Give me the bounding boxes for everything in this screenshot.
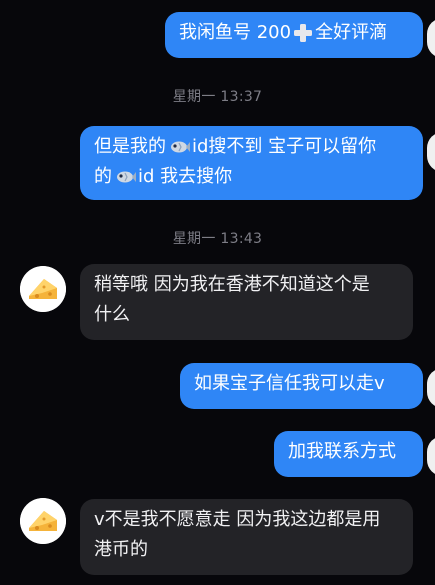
message-bubble-outgoing[interactable]: 加我联系方式 <box>274 431 423 477</box>
fish-emoji-icon <box>171 141 190 153</box>
message-text: v不是我不愿意走 因为我这边都是用 <box>94 509 381 530</box>
message-text: 我闲鱼号 200 <box>179 22 292 43</box>
contact-avatar[interactable] <box>20 266 66 312</box>
message-text: 全好评滴 <box>315 22 388 43</box>
message-bubble-outgoing[interactable]: 我闲鱼号 200 全好评滴 <box>165 12 423 58</box>
self-avatar[interactable] <box>427 132 435 172</box>
message-text: id 我去搜你 <box>138 166 233 187</box>
message-bubble-incoming[interactable]: v不是我不愿意走 因为我这边都是用 港币的 <box>80 499 413 575</box>
message-bubble-incoming[interactable]: 稍等哦 因为我在香港不知道这个是 什么 <box>80 264 413 340</box>
self-avatar[interactable] <box>427 18 435 58</box>
message-text: 加我联系方式 <box>288 441 396 462</box>
message-text: 港币的 <box>94 539 148 560</box>
timestamp: 星期一 13:43 <box>172 231 263 247</box>
contact-avatar[interactable] <box>20 498 66 544</box>
message-text: 的 <box>94 166 112 187</box>
cheese-avatar-icon <box>20 498 66 544</box>
fish-emoji-icon <box>117 171 136 183</box>
message-text: 但是我的 <box>94 136 166 157</box>
heavy-plus-icon <box>294 24 313 42</box>
message-bubble-outgoing[interactable]: 但是我的 id搜不到 宝子可以留你 的 id 我去搜你 <box>80 126 423 200</box>
self-avatar[interactable] <box>427 368 435 408</box>
message-bubble-outgoing[interactable]: 如果宝子信任我可以走v <box>180 363 423 409</box>
message-text: id搜不到 宝子可以留你 <box>192 136 377 157</box>
message-text: 稍等哦 因为我在香港不知道这个是 <box>94 274 370 295</box>
self-avatar[interactable] <box>427 436 435 476</box>
cheese-avatar-icon <box>20 266 66 312</box>
timestamp: 星期一 13:37 <box>172 89 263 105</box>
message-text: 如果宝子信任我可以走v <box>194 373 385 394</box>
message-text: 什么 <box>94 304 130 325</box>
